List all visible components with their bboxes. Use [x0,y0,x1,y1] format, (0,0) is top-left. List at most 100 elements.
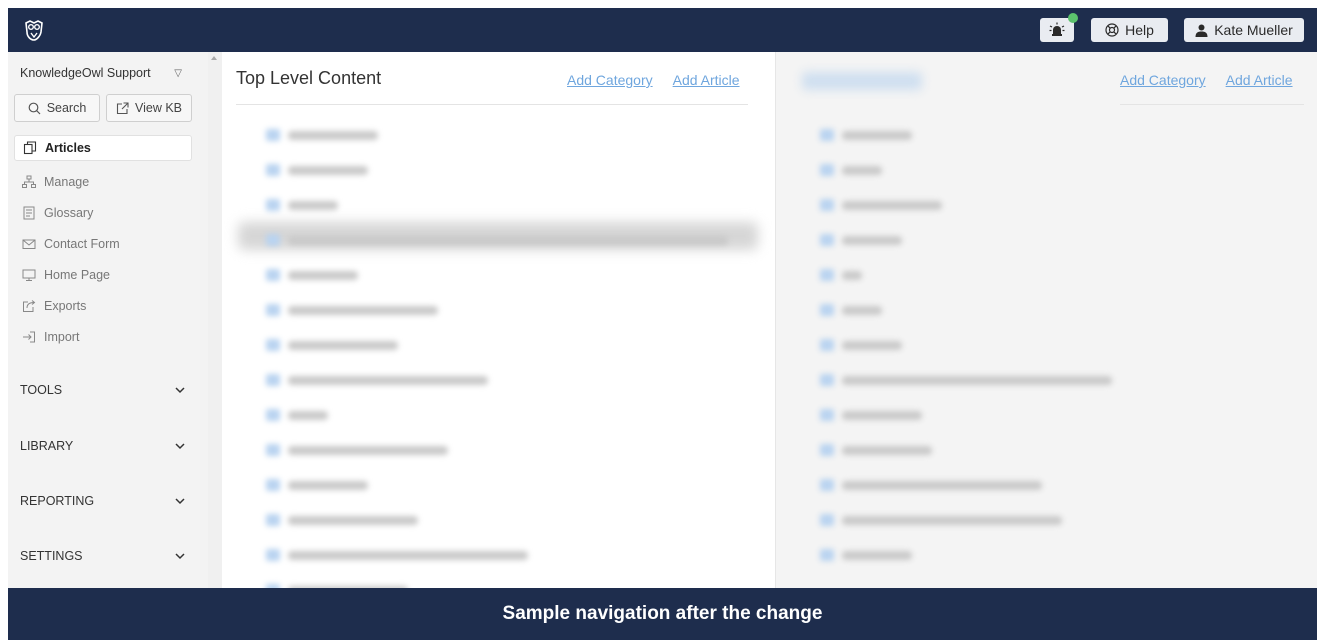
item-icon [266,444,280,456]
blurred-list-item[interactable] [266,548,528,562]
item-text [288,375,488,385]
alarm-icon [1049,22,1065,36]
divider [1120,104,1304,105]
item-icon [820,479,834,491]
sidebar-item-contact-form[interactable]: Contact Form [14,231,192,257]
blurred-list-item[interactable] [820,163,882,177]
item-icon [820,234,834,246]
blurred-list-item[interactable] [266,373,488,387]
envelope-icon [22,237,36,251]
blurred-list-item[interactable] [820,548,912,562]
scroll-up-arrow-icon[interactable] [211,56,217,60]
search-label: Search [46,101,87,115]
glossary-icon [22,206,36,220]
sidebar-scrollbar[interactable] [208,52,222,588]
blurred-list-item[interactable] [820,338,902,352]
item-text [842,165,882,175]
app-window: Help Kate Mueller KnowledgeOwl Support ▽… [8,8,1317,588]
section-label: TOOLS [20,383,63,397]
section-tools[interactable]: TOOLS [20,383,186,397]
section-settings[interactable]: SETTINGS [20,549,186,563]
item-text [288,165,368,175]
item-icon [266,514,280,526]
blurred-list-item[interactable] [266,198,338,212]
add-article-link[interactable]: Add Article [1226,72,1293,88]
articles-icon [23,141,37,155]
item-text [842,340,902,350]
blurred-list-item[interactable] [820,373,1112,387]
blurred-list-item[interactable] [820,443,932,457]
item-text [842,235,902,245]
item-icon [820,339,834,351]
item-icon [266,269,280,281]
sidebar-button-row: Search View KB [14,94,192,122]
sidebar-item-label: Import [44,330,80,344]
help-label: Help [1125,22,1154,38]
item-icon [266,549,280,561]
blurred-list-item[interactable] [266,233,728,247]
kb-selector[interactable]: KnowledgeOwl Support ▽ [20,66,188,80]
section-label: SETTINGS [20,549,83,563]
item-text [288,445,448,455]
blurred-list-item[interactable] [266,268,358,282]
item-icon [266,339,280,351]
section-library[interactable]: LIBRARY [20,439,186,453]
search-icon [28,102,41,114]
blurred-category-title [802,72,922,90]
sidebar-item-manage[interactable]: Manage [14,169,192,195]
item-text [288,515,418,525]
notifications-button[interactable] [1040,13,1078,42]
panel-actions: Add Category Add Article [1120,72,1293,88]
add-category-link[interactable]: Add Category [1120,72,1206,88]
caption-banner: Sample navigation after the change [8,588,1317,640]
add-category-link[interactable]: Add Category [567,72,653,88]
add-article-link[interactable]: Add Article [673,72,740,88]
sidebar-item-home-page[interactable]: Home Page [14,262,192,288]
item-text [842,375,1112,385]
item-text [288,305,438,315]
blurred-list-item[interactable] [266,408,328,422]
user-name: Kate Mueller [1214,22,1293,38]
blurred-list-item[interactable] [820,513,1062,527]
item-icon [266,409,280,421]
monitor-icon [22,268,36,282]
item-icon [820,269,834,281]
item-text [842,200,942,210]
blurred-list-item[interactable] [266,443,448,457]
sidebar-item-label: Manage [44,175,90,189]
section-reporting[interactable]: REPORTING [20,494,186,508]
item-text [842,130,912,140]
sidebar-item-exports[interactable]: Exports [14,293,192,319]
chevron-down-icon [175,553,185,560]
sidebar-item-glossary[interactable]: Glossary [14,200,192,226]
search-button[interactable]: Search [14,94,100,122]
chevron-down-icon [175,498,185,505]
item-text [842,515,1062,525]
owl-logo-icon[interactable] [22,18,46,42]
user-menu-button[interactable]: Kate Mueller [1184,18,1304,42]
blurred-list-item[interactable] [266,303,438,317]
blurred-list-item[interactable] [820,198,942,212]
top-level-content-panel: Top Level Content Add Category Add Artic… [222,52,775,588]
blurred-list-item[interactable] [820,128,912,142]
help-button[interactable]: Help [1091,18,1168,42]
chevron-down-icon [175,387,185,394]
blurred-list-item[interactable] [820,233,902,247]
sidebar-item-articles[interactable]: Articles [14,135,192,161]
item-icon [820,129,834,141]
blurred-list-item[interactable] [820,408,922,422]
blurred-list-item[interactable] [266,338,398,352]
blurred-list-item[interactable] [266,128,378,142]
item-text [842,270,862,280]
kb-name: KnowledgeOwl Support [20,66,151,80]
view-kb-button[interactable]: View KB [106,94,192,122]
blurred-list-item[interactable] [820,303,882,317]
blurred-list-item[interactable] [820,268,862,282]
sidebar-item-label: Exports [44,299,87,313]
sidebar-item-label: Home Page [44,268,111,282]
blurred-list-item[interactable] [266,163,368,177]
blurred-list-item[interactable] [266,478,368,492]
blurred-list-item[interactable] [266,513,418,527]
sidebar-item-import[interactable]: Import [14,324,192,350]
blurred-list-item[interactable] [820,478,1042,492]
